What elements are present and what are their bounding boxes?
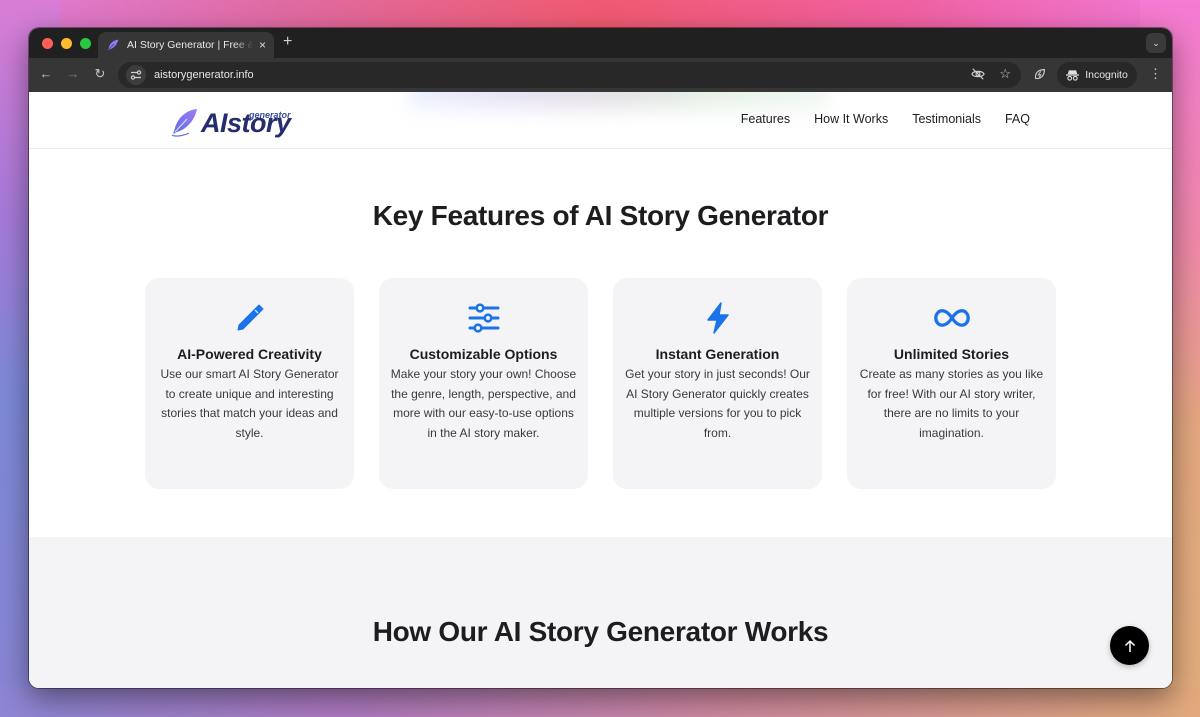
sliders-icon bbox=[466, 300, 502, 336]
feature-card-description: Use our smart AI Story Generator to crea… bbox=[160, 367, 339, 440]
feature-cards: AI-Powered Creativity Use our smart AI S… bbox=[145, 278, 1056, 489]
eye-off-icon[interactable] bbox=[971, 67, 986, 81]
feature-card: Instant Generation Get your story in jus… bbox=[613, 278, 822, 489]
site-logo[interactable]: AIstory generator bbox=[169, 102, 291, 138]
feather-favicon-icon bbox=[107, 39, 119, 51]
feature-card: AI-Powered Creativity Use our smart AI S… bbox=[145, 278, 354, 489]
feature-card-description: Make your story your own! Choose the gen… bbox=[390, 367, 577, 440]
features-section: Key Features of AI Story Generator AI-Po… bbox=[29, 149, 1172, 537]
maximize-window-button[interactable] bbox=[80, 38, 91, 49]
chevron-down-icon: ⌄ bbox=[1152, 37, 1160, 48]
feature-card: Customizable Options Make your story you… bbox=[379, 278, 588, 489]
features-heading: Key Features of AI Story Generator bbox=[372, 200, 829, 231]
feature-card-title: Instant Generation bbox=[655, 346, 780, 362]
browser-menu-button[interactable]: ⋮ bbox=[1149, 66, 1162, 82]
web-page: AIstory generator Features How It Works … bbox=[29, 92, 1172, 688]
scroll-to-top-button[interactable] bbox=[1110, 626, 1149, 665]
desktop-background-bottom bbox=[0, 687, 1200, 717]
nav-link-features[interactable]: Features bbox=[741, 112, 790, 126]
incognito-icon bbox=[1066, 70, 1080, 81]
address-bar[interactable]: aistorygenerator.info ☆ bbox=[118, 62, 1021, 88]
window-controls bbox=[42, 38, 91, 49]
feather-logo-icon bbox=[171, 109, 197, 137]
url-text[interactable]: aistorygenerator.info bbox=[154, 69, 254, 81]
desktop-background bbox=[0, 0, 1200, 30]
pen-icon bbox=[232, 300, 268, 336]
feature-card-description: Get your story in just seconds! Our AI S… bbox=[625, 367, 810, 440]
extension-leaf-icon[interactable] bbox=[1033, 67, 1047, 81]
infinity-icon bbox=[933, 300, 970, 336]
how-it-works-section: How Our AI Story Generator Works bbox=[29, 537, 1172, 688]
new-tab-button[interactable]: + bbox=[283, 33, 292, 51]
tune-icon bbox=[130, 70, 142, 80]
nav-link-faq[interactable]: FAQ bbox=[1005, 112, 1030, 126]
nav-link-testimonials[interactable]: Testimonials bbox=[912, 112, 981, 126]
how-it-works-heading: How Our AI Story Generator Works bbox=[372, 616, 829, 647]
site-header: AIstory generator Features How It Works … bbox=[29, 92, 1172, 149]
tab-close-icon[interactable]: × bbox=[259, 38, 266, 52]
logo-subtext: generator bbox=[249, 110, 291, 120]
browser-tab-active[interactable]: AI Story Generator | Free & No Sign-up × bbox=[98, 32, 274, 58]
feature-card-description: Create as many stories as you like for f… bbox=[859, 367, 1044, 440]
main-nav: Features How It Works Testimonials FAQ bbox=[741, 112, 1030, 126]
close-window-button[interactable] bbox=[42, 38, 53, 49]
logo-wordmark: AIstory generator bbox=[201, 108, 291, 138]
tab-title: AI Story Generator | Free & No Sign-up bbox=[127, 39, 253, 51]
feature-card-title: Customizable Options bbox=[409, 346, 558, 362]
back-button[interactable]: ← bbox=[37, 66, 55, 81]
feature-card-title: AI-Powered Creativity bbox=[177, 346, 322, 362]
forward-button[interactable]: → bbox=[64, 66, 82, 81]
site-info-button[interactable] bbox=[126, 65, 146, 85]
reload-button[interactable]: ↻ bbox=[91, 66, 109, 82]
bookmark-star-icon[interactable]: ☆ bbox=[999, 67, 1011, 81]
nav-link-how-it-works[interactable]: How It Works bbox=[814, 112, 888, 126]
browser-titlebar: AI Story Generator | Free & No Sign-up ×… bbox=[29, 28, 1172, 58]
lightning-icon bbox=[700, 300, 736, 336]
tab-search-button[interactable]: ⌄ bbox=[1146, 33, 1166, 53]
feature-card: Unlimited Stories Create as many stories… bbox=[847, 278, 1056, 489]
browser-toolbar: ← → ↻ aistorygenerator.info ☆ Incognito … bbox=[29, 58, 1172, 92]
minimize-window-button[interactable] bbox=[61, 38, 72, 49]
incognito-badge[interactable]: Incognito bbox=[1057, 62, 1137, 88]
incognito-label: Incognito bbox=[1085, 69, 1128, 81]
browser-window: AI Story Generator | Free & No Sign-up ×… bbox=[29, 28, 1172, 688]
arrow-up-icon bbox=[1124, 639, 1135, 652]
feature-card-title: Unlimited Stories bbox=[893, 346, 1010, 362]
